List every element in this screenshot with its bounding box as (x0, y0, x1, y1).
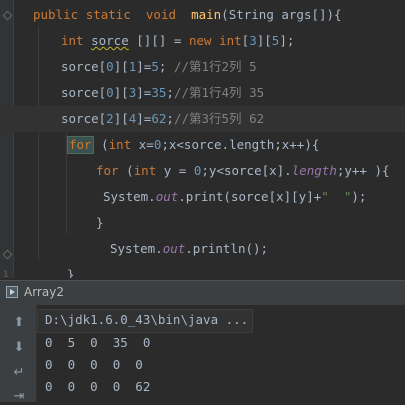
code-token: //第1行4列 35 (173, 85, 265, 100)
code-token: } (67, 267, 75, 278)
scroll-to-end-icon[interactable]: ⇥ (9, 387, 29, 405)
code-token: out (162, 241, 186, 256)
run-toolbar: ⬆ ⬇ ↵ ⇥ (0, 305, 37, 405)
code-token: int (219, 33, 242, 48)
code-token: .print(sorce[x][y]+ (178, 189, 322, 204)
code-token: System. (110, 241, 163, 256)
code-token: ]= (136, 59, 152, 74)
code-token: //第1行2列 5 (173, 59, 257, 74)
code-token: int (61, 33, 92, 48)
console-output-line: 0 0 0 0 0 (45, 357, 143, 372)
code-token: System. (103, 189, 156, 204)
code-token: main (191, 7, 222, 22)
code-token: ;x<sorce.length;x++){ (161, 137, 320, 152)
code-line[interactable]: sorce[0][1]=5; //第1行2列 5 (0, 54, 405, 80)
code-token: public (33, 7, 86, 22)
code-token: ;y++ ){ (336, 163, 390, 178)
code-token: ( (126, 163, 134, 178)
code-token: } (96, 215, 104, 230)
code-line[interactable]: } (0, 262, 405, 278)
code-token: //第3行5列 62 (173, 111, 265, 126)
code-token: 2 (106, 111, 114, 126)
code-token: 35 (151, 85, 167, 100)
console-output[interactable]: D:\jdk1.6.0_43\bin\java ... 0 5 0 35 0 0… (37, 305, 405, 402)
code-token: sorce (91, 33, 129, 48)
code-token: out (155, 189, 179, 204)
code-token: " " (321, 189, 352, 204)
code-token: for (96, 163, 127, 178)
code-token: ; (158, 59, 174, 74)
code-token: 0 (106, 85, 114, 100)
code-token: ( (93, 137, 109, 152)
code-token: .println(); (185, 241, 269, 256)
code-token: ;y<sorce[x]. (201, 163, 292, 178)
run-config-icon (6, 286, 18, 298)
code-token: ][ (113, 111, 129, 126)
code-line[interactable]: sorce[0][3]=35;//第1行4列 35 (0, 80, 405, 106)
soft-wrap-icon[interactable]: ↵ (9, 363, 29, 381)
code-line[interactable]: } (0, 210, 405, 236)
code-token: ); (351, 189, 367, 204)
run-panel-header: Array2 (0, 280, 405, 306)
code-line[interactable]: for (int x=0;x<sorce.length;x++){ (0, 132, 405, 158)
code-line[interactable]: System.out.println(); (0, 236, 405, 262)
console-output-line: 0 0 0 0 62 (45, 379, 151, 394)
rerun-down-icon[interactable]: ⬇ (9, 338, 29, 356)
console-command: D:\jdk1.6.0_43\bin\java ... (37, 309, 254, 333)
code-token: 62 (151, 111, 167, 126)
code-token: 5 (151, 59, 159, 74)
code-token: 3 (249, 33, 257, 48)
code-token: ]= (136, 85, 152, 100)
code-token: static (85, 7, 146, 22)
code-token: for (67, 136, 94, 154)
code-token: sorce[ (61, 85, 107, 100)
console-output-line: 0 5 0 35 0 (45, 335, 151, 350)
code-token: void (145, 7, 192, 22)
code-token: ]; (279, 33, 295, 48)
code-token: x= (138, 137, 154, 152)
code-line[interactable]: sorce[2][4]=62;//第3行5列 62 (0, 106, 405, 132)
code-token: ][ (256, 33, 272, 48)
code-token: y = (163, 163, 194, 178)
code-line[interactable]: int sorce [][] = new int[3][5]; (0, 28, 405, 54)
code-token: ; (166, 85, 174, 100)
code-token: 0 (106, 59, 114, 74)
code-token: ][ (113, 59, 129, 74)
code-token: int (133, 163, 164, 178)
code-token: ][ (113, 85, 129, 100)
run-tab-label[interactable]: Array2 (24, 285, 64, 299)
code-token: int (108, 137, 139, 152)
code-line[interactable]: public static void main(String args[]){ (0, 2, 405, 28)
code-line[interactable]: System.out.print(sorce[x][y]+" "); (0, 184, 405, 210)
code-editor[interactable]: 1 public static void main(String args[])… (0, 0, 405, 278)
code-token: [][] = (128, 33, 189, 48)
code-token: new (188, 33, 220, 48)
code-token: sorce[ (61, 111, 107, 126)
code-token: ; (166, 111, 174, 126)
code-token: ]= (136, 111, 152, 126)
code-token: length (291, 163, 337, 178)
code-token: (String args[]){ (221, 7, 342, 22)
code-token: sorce[ (61, 59, 107, 74)
rerun-up-icon[interactable]: ⬆ (9, 313, 29, 331)
code-line[interactable]: for (int y = 0;y<sorce[x].length;y++ ){ (0, 158, 405, 184)
